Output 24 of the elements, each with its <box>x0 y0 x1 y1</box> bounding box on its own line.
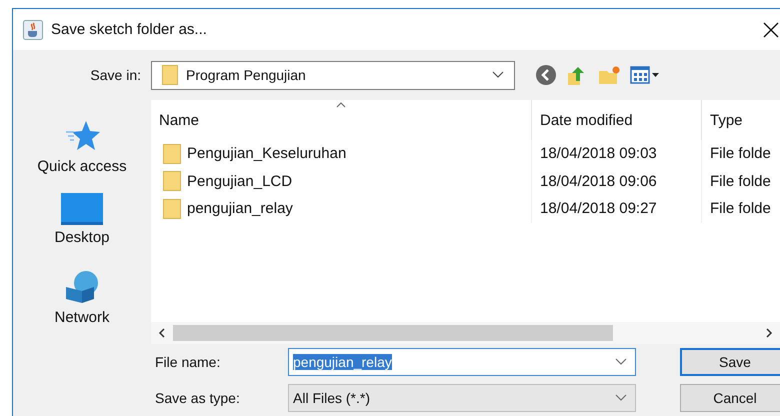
sidebar-item[interactable]: Desktop <box>54 193 110 269</box>
save-button[interactable]: Save <box>680 348 780 376</box>
type-cell: File folde <box>710 200 771 218</box>
window-title: Save sketch folder as... <box>51 21 208 38</box>
type-cell: File folde <box>710 172 771 190</box>
save-as-type-label: Save as type: <box>155 390 241 406</box>
type-cell: File folde <box>710 145 771 162</box>
file-name-label: File name: <box>155 354 222 370</box>
date-cell: 18/04/2018 09:03 <box>540 145 657 162</box>
file-name-cell[interactable]: Pengujian_LCD <box>187 172 292 190</box>
save-as-type-dropdown[interactable]: All Files (*.*) <box>288 384 636 412</box>
cancel-button[interactable]: Cancel <box>680 384 780 412</box>
save-in-label: Save in: <box>89 67 141 83</box>
date-cell: 18/04/2018 09:27 <box>540 200 657 218</box>
file-name-cell[interactable]: Pengujian_Keseluruhan <box>187 145 346 162</box>
sidebar-item[interactable]: Quick access <box>37 118 127 194</box>
save-in-dropdown[interactable]: Program Pengujian <box>151 60 515 90</box>
date-cell: 18/04/2018 09:06 <box>540 172 657 190</box>
column-header[interactable]: Name <box>151 100 531 140</box>
column-header[interactable]: Date modified <box>531 100 701 140</box>
file-name-cell[interactable]: pengujian_relay <box>187 200 293 218</box>
column-header[interactable]: Type <box>701 100 780 140</box>
sidebar-item[interactable]: Network <box>54 268 110 344</box>
file-name-field[interactable]: pengujian_relay <box>288 348 636 376</box>
